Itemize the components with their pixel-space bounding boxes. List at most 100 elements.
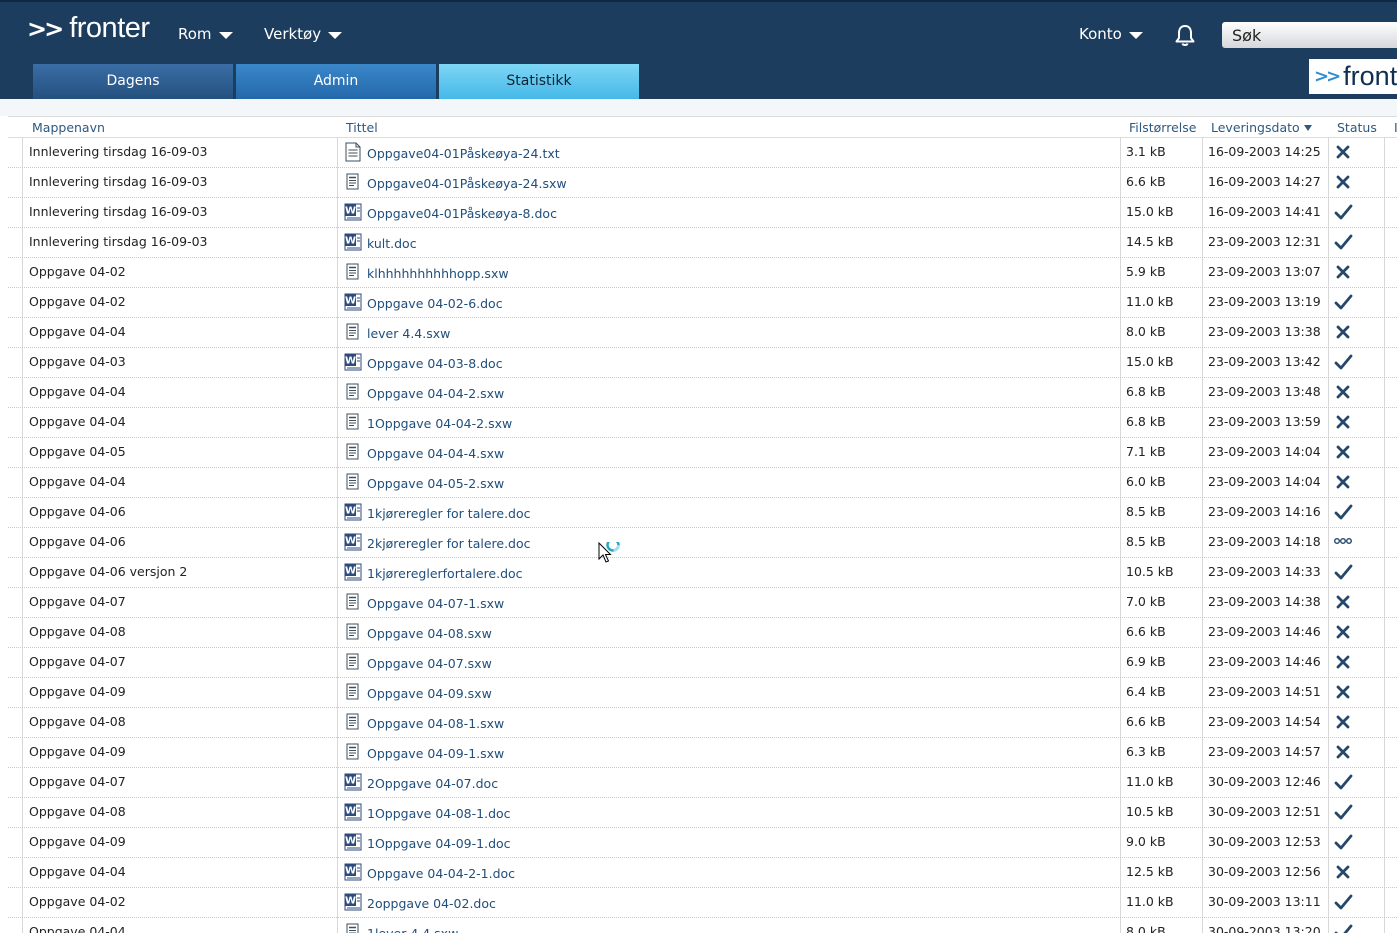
file-title-link[interactable]: 1Oppgave 04-08-1.doc [367, 806, 511, 821]
table-row[interactable]: Oppgave 04-02 W Oppgave 04-02-6.doc 11.0 kB… [8, 287, 1397, 318]
rejected-x-icon[interactable] [1333, 623, 1355, 643]
file-title-link[interactable]: Oppgave04-01Påskeøya-8.doc [367, 206, 557, 221]
table-row[interactable]: Oppgave 04-09 Oppgave 04-09-1.sxw 6.3 kB 23… [8, 737, 1397, 768]
table-row[interactable]: Oppgave 04-02 W 2oppgave 04-02.doc 11.0 kB 3… [8, 887, 1397, 918]
tab-admin[interactable]: Admin [236, 64, 436, 99]
file-title-link[interactable]: kult.doc [367, 236, 417, 251]
table-row[interactable]: Oppgave 04-04 1Oppgave 04-04-2.sxw 6.8 kB 2… [8, 407, 1397, 438]
file-title-link[interactable]: Oppgave 04-09-1.sxw [367, 746, 504, 761]
word-file-icon: W [344, 802, 362, 822]
file-title-link[interactable]: Oppgave 04-07-1.sxw [367, 596, 504, 611]
rejected-x-icon[interactable] [1333, 473, 1355, 493]
table-row[interactable]: Oppgave 04-07 W 2Oppgave 04-07.doc 11.0 kB 3… [8, 767, 1397, 798]
table-row[interactable]: Innlevering tirsdag 16-09-03 Wkult.doc 14.… [8, 227, 1397, 258]
approved-check-icon[interactable] [1333, 893, 1355, 913]
rejected-x-icon[interactable] [1333, 263, 1355, 283]
file-title-link[interactable]: 1lever 4.4.sxw [367, 926, 458, 933]
file-title-link[interactable]: 2Oppgave 04-07.doc [367, 776, 498, 791]
table-row[interactable]: Oppgave 04-07 Oppgave 04-07-1.sxw 7.0 kB 23… [8, 587, 1397, 618]
rejected-x-icon[interactable] [1333, 683, 1355, 703]
rejected-x-icon[interactable] [1333, 653, 1355, 673]
file-title-link[interactable]: 1Oppgave 04-09-1.doc [367, 836, 511, 851]
table-row[interactable]: Oppgave 04-03 W Oppgave 04-03-8.doc 15.0 kB… [8, 347, 1397, 378]
column-header-title[interactable]: Tittel [346, 120, 378, 135]
nav-rom-menu[interactable]: Rom [178, 25, 233, 43]
fronter-logo[interactable]: >> fronter [27, 14, 150, 43]
rejected-x-icon[interactable] [1333, 443, 1355, 463]
search-input[interactable]: Søk [1222, 22, 1397, 48]
file-title-link[interactable]: Oppgave04-01Påskeøya-24.txt [367, 146, 560, 161]
table-row[interactable]: Oppgave 04-04 lever 4.4.sxw 8.0 kB 23-09-20… [8, 317, 1397, 348]
table-row[interactable]: Oppgave 04-04 Oppgave 04-05-2.sxw 6.0 kB 23… [8, 467, 1397, 498]
nav-konto-menu[interactable]: Konto [1079, 25, 1143, 43]
approved-check-icon[interactable] [1333, 923, 1355, 933]
approved-check-icon[interactable] [1333, 503, 1355, 523]
table-row[interactable]: Oppgave 04-04 Oppgave 04-04-2.sxw 6.8 kB 23… [8, 377, 1397, 408]
table-row[interactable]: Oppgave 04-07 Oppgave 04-07.sxw 6.9 kB 23-0… [8, 647, 1397, 678]
approved-check-icon[interactable] [1333, 803, 1355, 823]
file-title-link[interactable]: 2kjøreregler for talere.doc [367, 536, 531, 551]
column-header-date[interactable]: Leveringsdato [1211, 120, 1312, 135]
file-title-link[interactable]: lever 4.4.sxw [367, 326, 450, 341]
rejected-x-icon[interactable] [1333, 863, 1355, 883]
file-title-link[interactable]: 1kjøreregler for talere.doc [367, 506, 531, 521]
table-row[interactable]: Oppgave 04-06 versjon 2 W 1kjørereglerfort… [8, 557, 1397, 588]
column-header-size[interactable]: Filstørrelse [1129, 120, 1196, 135]
table-row[interactable]: Oppgave 04-09 W 1Oppgave 04-09-1.doc 9.0 kB… [8, 827, 1397, 858]
file-title-link[interactable]: Oppgave 04-09.sxw [367, 686, 492, 701]
file-title-link[interactable]: klhhhhhhhhhhopp.sxw [367, 266, 509, 281]
table-row[interactable]: Oppgave 04-04 1lever 4.4.sxw 8.0 kB 30-09-2… [8, 917, 1397, 933]
file-title-link[interactable]: Oppgave 04-08.sxw [367, 626, 492, 641]
notification-bell-icon[interactable] [1172, 23, 1198, 49]
table-row[interactable]: Oppgave 04-05 Oppgave 04-04-4.sxw 7.1 kB 23… [8, 437, 1397, 468]
table-row[interactable]: Oppgave 04-08 W 1Oppgave 04-08-1.doc 10.5 k… [8, 797, 1397, 828]
file-title-link[interactable]: Oppgave 04-05-2.sxw [367, 476, 504, 491]
approved-check-icon[interactable] [1333, 833, 1355, 853]
rejected-x-icon[interactable] [1333, 413, 1355, 433]
sxw-file-icon [344, 592, 362, 612]
rejected-x-icon[interactable] [1333, 743, 1355, 763]
file-title-link[interactable]: Oppgave 04-03-8.doc [367, 356, 503, 371]
folder-name: Oppgave 04-06 versjon 2 [29, 564, 188, 579]
file-title-link[interactable]: Oppgave 04-08-1.sxw [367, 716, 504, 731]
file-title-link[interactable]: Oppgave 04-04-2-1.doc [367, 866, 515, 881]
file-title-link[interactable]: Oppgave 04-07.sxw [367, 656, 492, 671]
table-row[interactable]: Oppgave 04-06 W 1kjøreregler for talere.do… [8, 497, 1397, 528]
rejected-x-icon[interactable] [1333, 323, 1355, 343]
rejected-x-icon[interactable] [1333, 593, 1355, 613]
approved-check-icon[interactable] [1333, 773, 1355, 793]
file-title-link[interactable]: 1Oppgave 04-04-2.sxw [367, 416, 512, 431]
table-row[interactable]: Innlevering tirsdag 16-09-03 Oppgave04-01… [8, 137, 1397, 168]
approved-check-icon[interactable] [1333, 293, 1355, 313]
table-row[interactable]: Oppgave 04-04 W Oppgave 04-04-2-1.doc 12.5 … [8, 857, 1397, 888]
tab-statistikk[interactable]: Statistikk [439, 64, 639, 99]
table-row[interactable]: Oppgave 04-09 Oppgave 04-09.sxw 6.4 kB 23-0… [8, 677, 1397, 708]
approved-check-icon[interactable] [1333, 353, 1355, 373]
table-row[interactable]: Oppgave 04-08 Oppgave 04-08-1.sxw 6.6 kB 23… [8, 707, 1397, 738]
word-file-icon: W [344, 532, 362, 552]
table-row[interactable]: Oppgave 04-08 Oppgave 04-08.sxw 6.6 kB 23-0… [8, 617, 1397, 648]
file-title-link[interactable]: Oppgave 04-04-4.sxw [367, 446, 504, 461]
rejected-x-icon[interactable] [1333, 173, 1355, 193]
file-title-link[interactable]: 1kjørereglerfortalere.doc [367, 566, 523, 581]
file-title-link[interactable]: 2oppgave 04-02.doc [367, 896, 496, 911]
file-title-link[interactable]: Oppgave 04-04-2.sxw [367, 386, 504, 401]
rejected-x-icon[interactable] [1333, 383, 1355, 403]
tab-dagens[interactable]: Dagens [33, 64, 233, 99]
file-title-link[interactable]: Oppgave 04-02-6.doc [367, 296, 503, 311]
rejected-x-icon[interactable] [1333, 143, 1355, 163]
rejected-x-icon[interactable] [1333, 713, 1355, 733]
table-row[interactable]: Innlevering tirsdag 16-09-03 W Oppgave04-0… [8, 197, 1397, 228]
logo-text: fronter [69, 12, 150, 44]
table-row[interactable]: Innlevering tirsdag 16-09-03 Oppgave04-01… [8, 167, 1397, 198]
table-row[interactable]: Oppgave 04-02 klhhhhhhhhhhopp.sxw 5.9 kB 23… [8, 257, 1397, 288]
table-row[interactable]: Oppgave 04-06 W 2kjøreregler for talere.do… [8, 527, 1397, 558]
approved-check-icon[interactable] [1333, 563, 1355, 583]
nav-verktoy-menu[interactable]: Verktøy [264, 25, 343, 43]
approved-check-icon[interactable] [1333, 233, 1355, 253]
column-header-status[interactable]: Status [1337, 120, 1377, 135]
file-title-link[interactable]: Oppgave04-01Påskeøya-24.sxw [367, 176, 567, 191]
approved-check-icon[interactable] [1333, 203, 1355, 223]
column-header-folder[interactable]: Mappenavn [32, 120, 105, 135]
pending-dots-icon[interactable] [1333, 533, 1355, 553]
